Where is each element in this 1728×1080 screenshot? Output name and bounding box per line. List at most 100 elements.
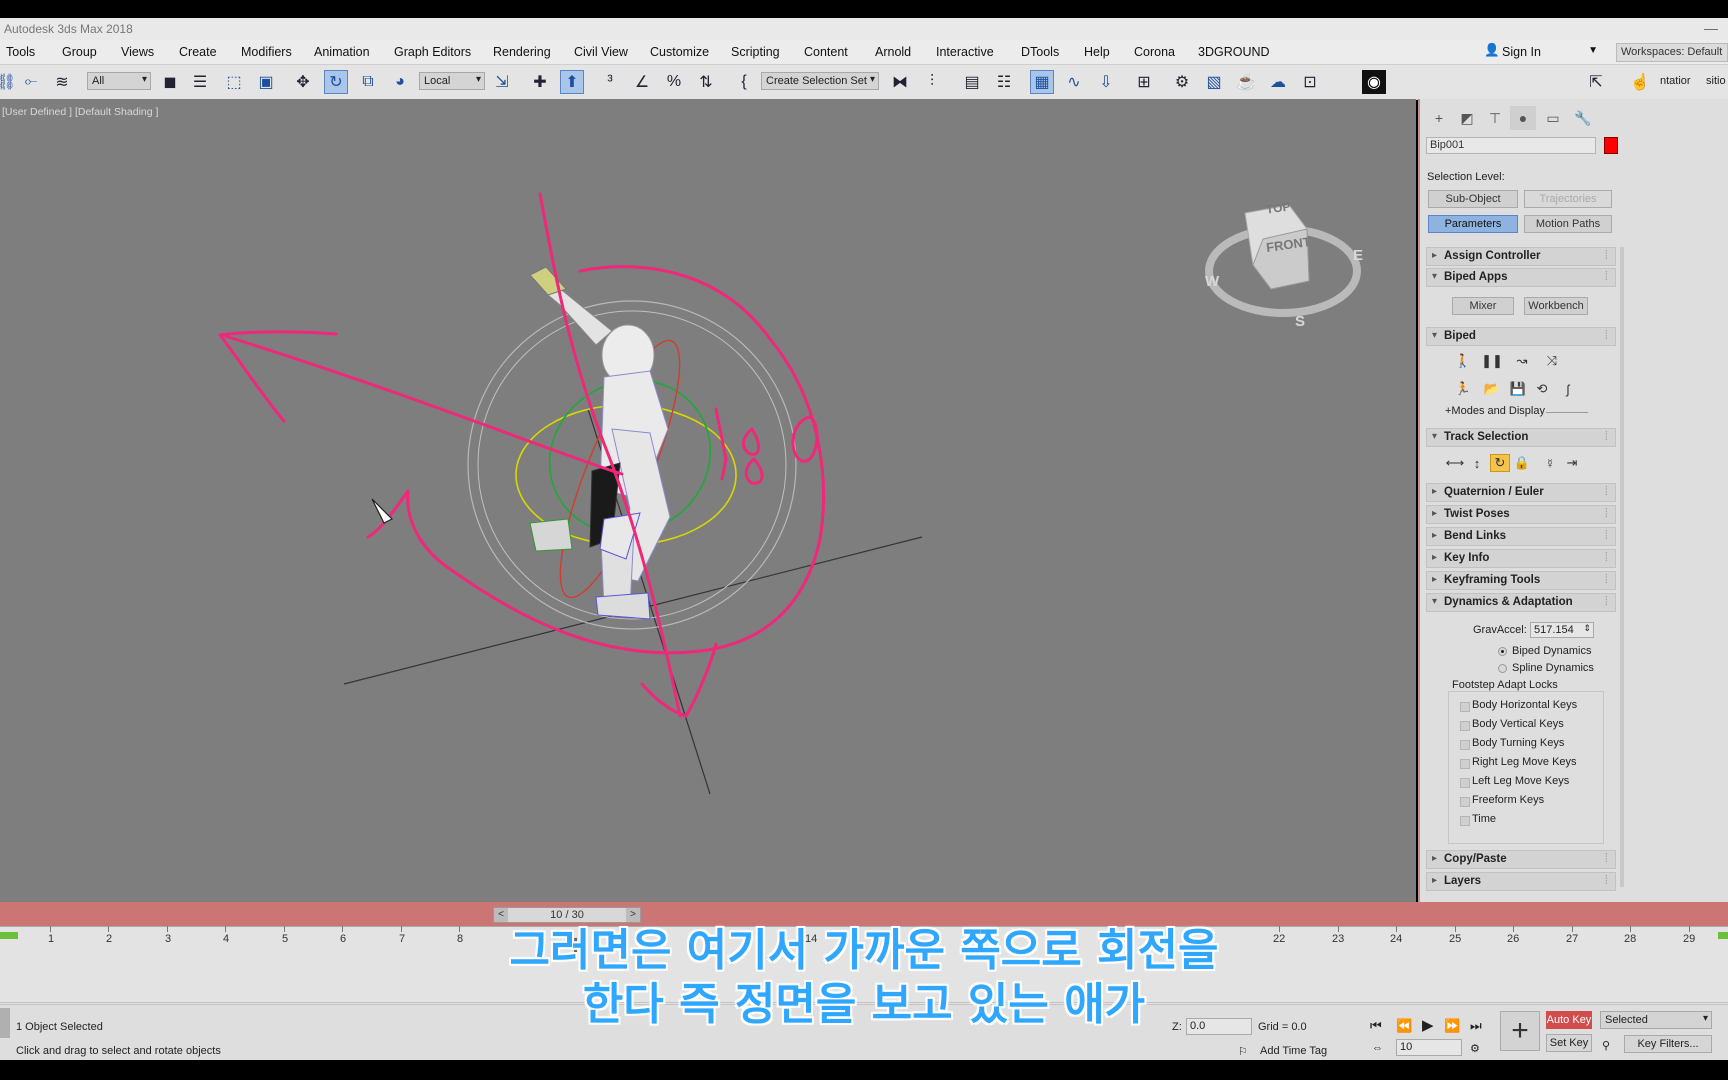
rotate-icon[interactable]: ↻: [324, 70, 348, 94]
display-tab-icon[interactable]: ▭: [1540, 106, 1566, 130]
angle-snap-icon[interactable]: ∠: [630, 70, 654, 94]
convert-icon[interactable]: ⟲: [1532, 380, 1552, 398]
menu-3dground[interactable]: 3DGROUND: [1198, 45, 1270, 59]
select-object-icon[interactable]: ◼: [158, 70, 182, 94]
menu-graph-editors[interactable]: Graph Editors: [394, 45, 471, 59]
motion-tab-icon[interactable]: ●: [1510, 106, 1536, 130]
right-leg-move-keys-checkbox[interactable]: [1460, 759, 1470, 769]
rollout-layers[interactable]: Layers: [1426, 872, 1616, 891]
ribbon-icon[interactable]: ▦: [1030, 70, 1054, 94]
rollout-twist-poses[interactable]: Twist Poses: [1426, 505, 1616, 524]
selection-filter-dropdown[interactable]: All: [87, 72, 151, 90]
percent-snap-icon[interactable]: %: [662, 70, 686, 94]
mixer-mode-icon[interactable]: ⤨: [1542, 352, 1562, 370]
select-by-name-icon[interactable]: ☰: [188, 70, 212, 94]
left-leg-move-keys-checkbox[interactable]: [1460, 778, 1470, 788]
render-setup-icon[interactable]: ⚙: [1170, 70, 1194, 94]
body-rotation-icon[interactable]: ↻: [1490, 454, 1510, 472]
biped-character[interactable]: [529, 266, 671, 620]
sign-in-button[interactable]: 👤 Sign In ▼: [1484, 43, 1598, 61]
menu-views[interactable]: Views: [121, 45, 154, 59]
render-grid-icon[interactable]: ⊡: [1298, 70, 1322, 94]
time-configuration-icon[interactable]: ⚙: [1470, 1042, 1480, 1055]
menu-create[interactable]: Create: [179, 45, 217, 59]
body-horizontal-icon[interactable]: ⟷: [1445, 454, 1465, 472]
render-production-icon[interactable]: ☕: [1234, 70, 1258, 94]
load-file-icon[interactable]: 📂: [1482, 380, 1502, 398]
spinner-arrows-icon[interactable]: ⇕: [1583, 623, 1591, 634]
create-tab-icon[interactable]: +: [1426, 106, 1452, 130]
rollout-biped[interactable]: Biped: [1426, 327, 1616, 346]
bind-spacewarp-icon[interactable]: ≋: [50, 70, 74, 94]
rollout-dynamics-adaptation[interactable]: Dynamics & Adaptation: [1426, 593, 1616, 612]
command-panel-scrollbar[interactable]: [1620, 247, 1624, 887]
body-vertical-keys-checkbox[interactable]: [1460, 721, 1470, 731]
motion-paths-button[interactable]: Motion Paths: [1524, 215, 1612, 233]
biped-playback-icon[interactable]: 🏃: [1453, 380, 1473, 398]
key-filters-button[interactable]: Key Filters...: [1624, 1035, 1712, 1053]
menu-tools[interactable]: Tools: [6, 45, 35, 59]
named-selection-sets-dropdown[interactable]: Create Selection Set: [761, 72, 879, 90]
menu-scripting[interactable]: Scripting: [731, 45, 780, 59]
sub-object-button[interactable]: Sub-Object: [1428, 190, 1518, 208]
grav-accel-spinner[interactable]: 517.154 ⇕: [1530, 622, 1594, 638]
schematic-view-icon[interactable]: ⇩: [1094, 70, 1118, 94]
move-icon[interactable]: ✥: [291, 70, 315, 94]
body-horizontal-keys-checkbox[interactable]: [1460, 702, 1470, 712]
menu-arnold[interactable]: Arnold: [875, 45, 911, 59]
rectangular-selection-icon[interactable]: ⬚: [222, 70, 246, 94]
spinner-snap-icon[interactable]: ⇅: [694, 70, 718, 94]
select-manipulate-icon[interactable]: ✚: [528, 70, 552, 94]
align-icon[interactable]: ⫶: [920, 70, 944, 94]
object-name-field[interactable]: Bip001: [1426, 137, 1596, 154]
spline-dynamics-radio[interactable]: [1498, 664, 1507, 673]
reference-coordinate-dropdown[interactable]: Local: [419, 72, 485, 90]
key-mode-icon[interactable]: ⇔: [1372, 1042, 1383, 1054]
move-all-mode-icon[interactable]: ʃ: [1558, 380, 1578, 398]
hierarchy-tab-icon[interactable]: ⊤: [1482, 106, 1508, 130]
biped-dynamics-radio[interactable]: [1498, 647, 1507, 656]
link-icon[interactable]: ⛓: [0, 70, 18, 94]
rollout-copy-paste[interactable]: Copy/Paste: [1426, 850, 1616, 869]
menu-customize[interactable]: Customize: [650, 45, 709, 59]
next-frame-icon[interactable]: >: [626, 908, 640, 922]
keyboard-shortcut-override-icon[interactable]: ⬆: [560, 70, 584, 94]
workbench-button[interactable]: Workbench: [1524, 297, 1588, 315]
rendered-frame-window-icon[interactable]: ▧: [1202, 70, 1226, 94]
viewcube[interactable]: TOP FRONT W E S: [1203, 185, 1363, 330]
menu-animation[interactable]: Animation: [314, 45, 370, 59]
modify-tab-icon[interactable]: ◩: [1454, 106, 1480, 130]
menu-group[interactable]: Group: [62, 45, 97, 59]
rollout-biped-apps[interactable]: Biped Apps: [1426, 268, 1616, 287]
rollout-bend-links[interactable]: Bend Links: [1426, 527, 1616, 546]
object-color-swatch[interactable]: [1604, 137, 1618, 154]
tab-position[interactable]: sitio: [1706, 75, 1726, 87]
key-filters-icon[interactable]: ⚲: [1602, 1039, 1610, 1052]
add-time-tag[interactable]: Add Time Tag: [1260, 1045, 1327, 1057]
trajectories-dropdown[interactable]: Trajectories: [1524, 190, 1612, 208]
toggle-scene-explorer-icon[interactable]: ▤: [960, 70, 984, 94]
figure-mode-icon[interactable]: 🚶: [1453, 352, 1473, 370]
modes-and-display-rollout[interactable]: +Modes and Display: [1445, 405, 1545, 417]
mixer-button[interactable]: Mixer: [1452, 297, 1514, 315]
previous-frame-icon[interactable]: <: [494, 908, 508, 922]
rollout-key-info[interactable]: Key Info: [1426, 549, 1616, 568]
render-cloud-icon[interactable]: ☁: [1266, 70, 1290, 94]
mirror-icon[interactable]: ⧓: [888, 70, 912, 94]
lock-cob-keying-icon[interactable]: 🔒: [1512, 454, 1532, 472]
rollout-assign-controller[interactable]: Assign Controller: [1426, 247, 1616, 266]
freeform-keys-checkbox[interactable]: [1460, 797, 1470, 807]
material-editor-icon[interactable]: ⊞: [1132, 70, 1156, 94]
layer-explorer-icon[interactable]: ☷: [992, 70, 1016, 94]
gif-capture-icon[interactable]: ◉: [1362, 70, 1386, 94]
menu-corona[interactable]: Corona: [1134, 45, 1175, 59]
utilities-tab-icon[interactable]: 🔧: [1570, 106, 1596, 130]
body-vertical-icon[interactable]: ↕: [1467, 454, 1487, 472]
menu-help[interactable]: Help: [1084, 45, 1110, 59]
time-slider[interactable]: < 10 / 30 >: [493, 907, 641, 923]
current-frame-field[interactable]: 10: [1396, 1039, 1462, 1056]
edit-named-selection-icon[interactable]: {: [732, 70, 756, 94]
place-icon[interactable]: ◕: [388, 70, 412, 94]
workspaces-dropdown[interactable]: Workspaces: Default: [1616, 43, 1728, 62]
tab-orientation[interactable]: ntatior: [1660, 75, 1691, 87]
